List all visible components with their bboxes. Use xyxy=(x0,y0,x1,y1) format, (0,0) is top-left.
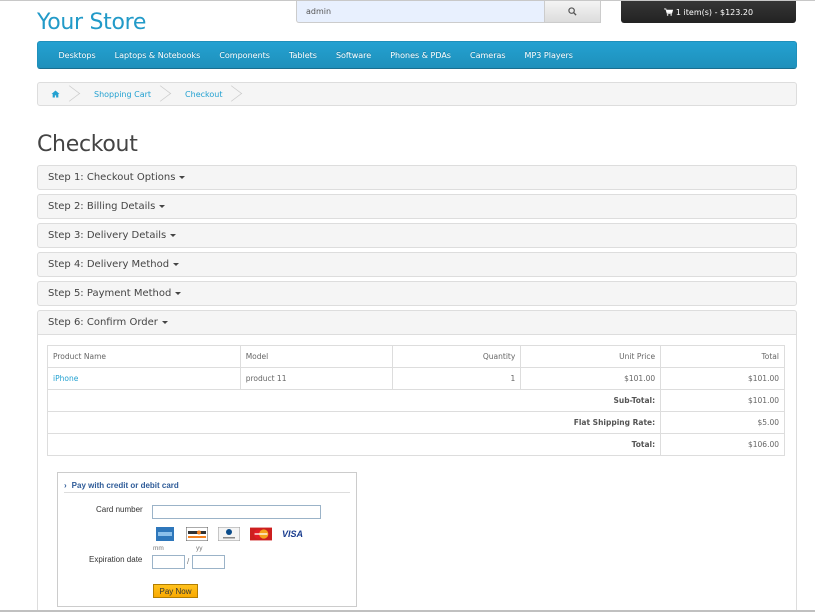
table-header-row: Product Name Model Quantity Unit Price T… xyxy=(47,345,785,368)
shipping-row: Flat Shipping Rate: $5.00 xyxy=(46,411,785,434)
cart-button[interactable]: 1 item(s) - $123.20 xyxy=(621,1,796,23)
menu-item-desktops[interactable]: Desktops xyxy=(49,51,105,60)
step-1-panel[interactable]: Step 1: Checkout Options xyxy=(37,165,797,190)
menu-item-mp3[interactable]: MP3 Players xyxy=(515,51,582,60)
chevron-right-icon: › xyxy=(64,480,67,490)
cart-total: 1 item(s) - $123.20 xyxy=(675,7,754,17)
expiration-year-input[interactable] xyxy=(192,555,225,569)
home-icon xyxy=(51,90,60,98)
discover-icon xyxy=(186,527,208,541)
month-label: mm xyxy=(153,545,164,552)
shipping-value: $5.00 xyxy=(660,411,785,434)
menu-item-components[interactable]: Components xyxy=(210,51,280,60)
breadcrumb-home[interactable] xyxy=(38,83,76,105)
card-number-input[interactable] xyxy=(152,505,321,519)
pay-now-button[interactable]: Pay Now xyxy=(153,584,198,598)
payment-header-text: Pay with credit or debit card xyxy=(71,480,179,490)
main-menu: Desktops Laptops & Notebooks Components … xyxy=(37,41,797,69)
menu-item-phones[interactable]: Phones & PDAs xyxy=(381,51,461,60)
breadcrumb-checkout[interactable]: Checkout xyxy=(167,83,238,105)
step-5-panel[interactable]: Step 5: Payment Method xyxy=(37,281,797,306)
product-link[interactable]: iPhone xyxy=(53,374,78,383)
search-icon xyxy=(568,7,577,16)
page-title: Checkout xyxy=(37,132,138,157)
search-bar xyxy=(296,1,601,23)
subtotal-value: $101.00 xyxy=(660,389,785,412)
breadcrumb: Shopping Cart Checkout xyxy=(37,82,797,106)
caret-down-icon xyxy=(173,263,180,266)
total-label: Total: xyxy=(46,433,662,456)
header-total: Total xyxy=(660,345,785,368)
expiration-month-input[interactable] xyxy=(152,555,185,569)
product-model: product 11 xyxy=(239,367,394,390)
product-total: $101.00 xyxy=(660,367,785,390)
year-label: yy xyxy=(196,545,203,552)
store-logo[interactable]: Your Store xyxy=(37,10,146,35)
step-6-title: Step 6: Confirm Order xyxy=(48,317,158,328)
caret-down-icon xyxy=(175,292,182,295)
step-2-title: Step 2: Billing Details xyxy=(48,201,156,212)
step-6-panel[interactable]: Step 6: Confirm Order xyxy=(37,310,797,335)
payment-form: › Pay with credit or debit card Card num… xyxy=(57,472,357,607)
step-4-title: Step 4: Delivery Method xyxy=(48,259,170,270)
card-number-label: Card number xyxy=(96,505,143,514)
menu-item-tablets[interactable]: Tablets xyxy=(279,51,326,60)
date-separator: / xyxy=(187,557,190,566)
order-table: Product Name Model Quantity Unit Price T… xyxy=(46,345,785,456)
visa-icon: VISA xyxy=(282,529,304,539)
expiration-date-label: Expiration date xyxy=(89,555,143,564)
diners-club-icon xyxy=(218,527,240,541)
step-5-title: Step 5: Payment Method xyxy=(48,288,172,299)
card-brand-logos: VISA xyxy=(154,527,303,541)
step-3-title: Step 3: Delivery Details xyxy=(48,230,167,241)
breadcrumb-shopping-cart[interactable]: Shopping Cart xyxy=(76,83,167,105)
table-row: iPhone product 11 1 $101.00 $101.00 xyxy=(47,367,785,390)
subtotal-label: Sub-Total: xyxy=(46,389,662,412)
step-1-title: Step 1: Checkout Options xyxy=(48,172,176,183)
shopping-cart-icon xyxy=(663,8,673,16)
total-value: $106.00 xyxy=(660,433,785,456)
subtotal-row: Sub-Total: $101.00 xyxy=(46,389,785,412)
caret-down-icon xyxy=(161,321,168,324)
amex-icon xyxy=(156,527,174,541)
step-4-panel[interactable]: Step 4: Delivery Method xyxy=(37,252,797,277)
search-button[interactable] xyxy=(545,1,601,23)
mastercard-icon xyxy=(250,527,272,541)
shipping-label: Flat Shipping Rate: xyxy=(46,411,662,434)
payment-header[interactable]: › Pay with credit or debit card xyxy=(64,478,350,493)
search-input[interactable] xyxy=(296,1,545,23)
menu-item-cameras[interactable]: Cameras xyxy=(460,51,515,60)
step-3-panel[interactable]: Step 3: Delivery Details xyxy=(37,223,797,248)
total-row: Total: $106.00 xyxy=(46,433,785,456)
menu-item-software[interactable]: Software xyxy=(326,51,380,60)
step-2-panel[interactable]: Step 2: Billing Details xyxy=(37,194,797,219)
product-quantity: 1 xyxy=(392,367,522,390)
menu-item-laptops[interactable]: Laptops & Notebooks xyxy=(105,51,210,60)
caret-down-icon xyxy=(159,205,166,208)
header-unit-price: Unit Price xyxy=(520,345,662,368)
product-unit-price: $101.00 xyxy=(520,367,662,390)
header-product-name: Product Name xyxy=(47,345,241,368)
caret-down-icon xyxy=(179,176,186,179)
header-model: Model xyxy=(239,345,394,368)
caret-down-icon xyxy=(170,234,177,237)
header-quantity: Quantity xyxy=(392,345,522,368)
